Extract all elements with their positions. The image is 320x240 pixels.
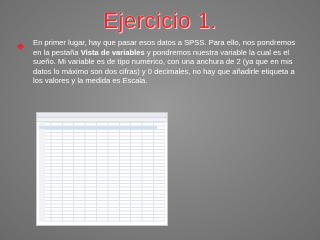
spss-screenshot (36, 112, 168, 226)
body-paragraph: En primer lugar, hay que pasar esos dato… (33, 38, 305, 86)
screenshot-data-grid (39, 122, 165, 222)
grid-selected-row (39, 126, 157, 129)
grid-row-numbers (39, 122, 45, 222)
body-text-bold: Vista de variables (80, 47, 145, 57)
slide-title: Ejercicio 1. (103, 8, 217, 33)
bullet-marker (16, 42, 25, 51)
